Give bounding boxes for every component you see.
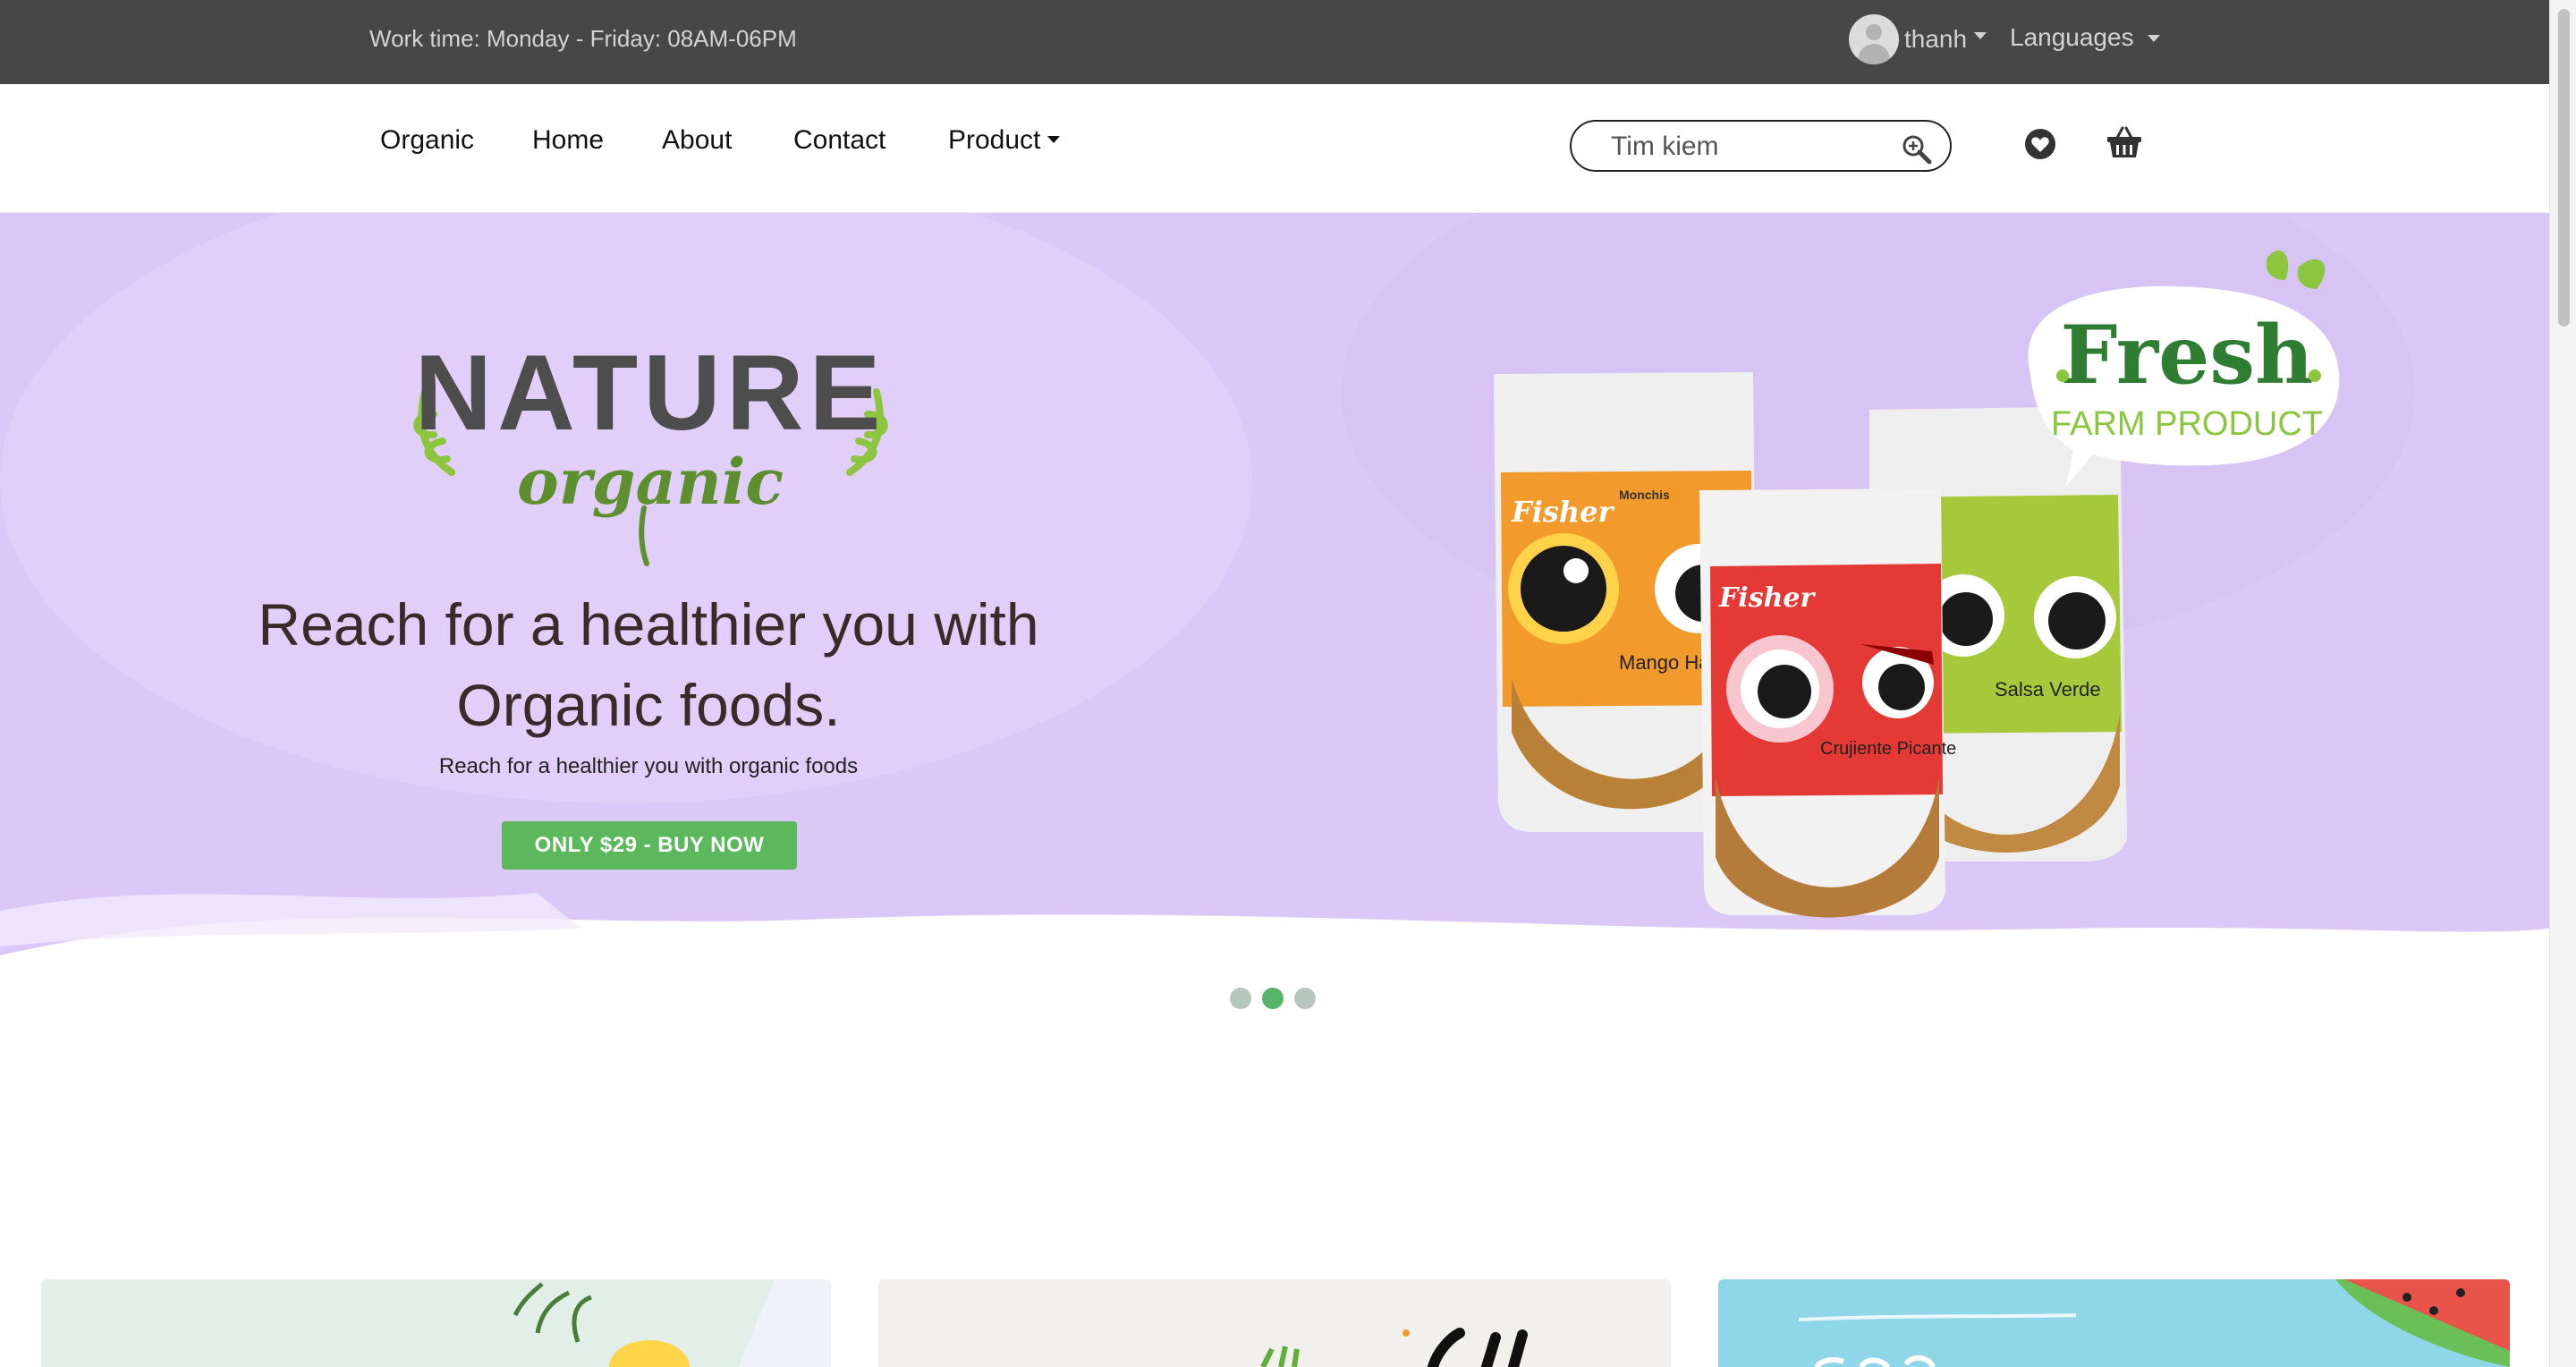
product-name-2: Crujiente Picante [1820,739,1956,759]
fresh-farm-product-badge: Fresh FARM PRODUCT [2028,250,2340,486]
avatar-icon [1849,14,1899,64]
search-input[interactable] [1611,129,1897,165]
chevron-down-icon [1047,136,1061,143]
nature-organic-logo: NATURE organic [413,333,888,566]
product-name-3: Salsa Verde [1995,678,2101,700]
main-navbar: Organic Home About Contact Product [0,84,2549,213]
nav-item-home[interactable]: Home [532,124,604,157]
hero-headline-line1: Reach for a healthier you with [258,591,1039,658]
username-label: thanh [1904,25,1968,53]
carousel-dot-3[interactable] [1294,988,1316,1009]
category-card-3-image [1718,1279,2510,1367]
hero-subline: Reach for a healthier you with organic f… [438,754,859,778]
badge-farm-product-text: FARM PRODUCT [2051,405,2323,443]
category-card-1[interactable] [41,1279,831,1367]
nav-item-product-dropdown[interactable]: Product [948,124,1061,157]
nav-item-product-label: Product [948,125,1041,155]
hero-carousel: NATURE organic Reach for a healthier you… [0,213,2549,1036]
buy-now-button[interactable]: ONLY $29 - BUY NOW [502,821,797,870]
user-menu[interactable]: thanh [1849,14,1987,64]
category-card-3[interactable] [1718,1279,2510,1367]
cart-basket-icon[interactable] [2106,125,2142,159]
work-time-text: Work time: Monday - Friday: 08AM-06PM [369,25,797,52]
hero-headline-line2: Organic foods. [456,672,841,738]
hero-headline: Reach for a healthier you with Organic f… [201,584,1096,745]
search-icon[interactable] [1901,133,1933,166]
category-card-1-image [41,1279,831,1367]
hero-product-image: Fisher Monchis Mango Habanero Salsa Verd… [1494,250,2340,918]
nav-item-about[interactable]: About [662,124,732,157]
product-brand-label: Fisher [1511,495,1615,529]
languages-label: Languages [2010,23,2134,51]
search-box [1570,120,1952,172]
languages-dropdown[interactable]: Languages [2010,21,2161,54]
carousel-dot-2[interactable] [1262,988,1284,1009]
badge-fresh-text: Fresh [2060,308,2313,403]
chevron-down-icon [1974,32,1987,39]
nav-brand-organic[interactable]: Organic [380,124,474,157]
product-bag-crujiente-picante: Fisher Crujiente Picante [1699,488,1956,918]
carousel-dot-1[interactable] [1230,988,1251,1009]
logo-organic-text: organic [517,445,784,519]
nav-item-contact[interactable]: Contact [793,124,886,157]
product-line-label: Monchis [1619,488,1670,502]
category-card-2-image [878,1279,1671,1367]
top-bar: Work time: Monday - Friday: 08AM-06PM th… [0,0,2549,84]
category-card-2[interactable] [878,1279,1671,1367]
svg-text:Fisher: Fisher [1718,582,1816,614]
page-scrollbar[interactable] [2549,0,2576,1367]
heart-icon[interactable] [2024,128,2056,160]
chevron-down-icon [2148,35,2161,42]
scrollbar-thumb[interactable] [2558,9,2570,327]
logo-nature-text: NATURE [414,333,886,453]
carousel-indicators [1230,988,1316,1009]
